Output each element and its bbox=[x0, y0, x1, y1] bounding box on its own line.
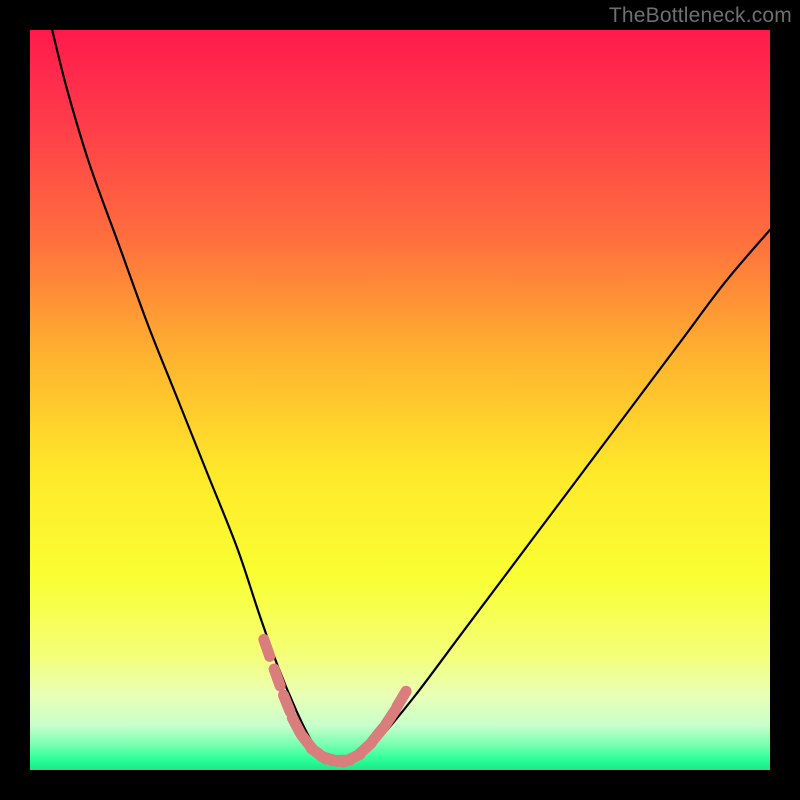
watermark-text: TheBottleneck.com bbox=[609, 4, 792, 28]
curve-marker bbox=[283, 695, 290, 712]
curve-layer bbox=[30, 30, 770, 770]
curve-marker bbox=[397, 691, 406, 706]
curve-marker bbox=[264, 639, 270, 656]
curve-marker bbox=[372, 728, 383, 742]
bottleneck-curve bbox=[52, 30, 770, 761]
plot-area bbox=[30, 30, 770, 770]
curve-markers bbox=[264, 639, 406, 762]
chart-frame: TheBottleneck.com bbox=[0, 0, 800, 800]
curve-marker bbox=[274, 669, 280, 686]
